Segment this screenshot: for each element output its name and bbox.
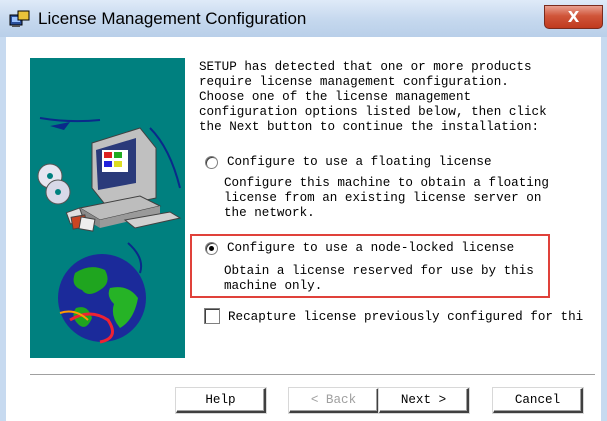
dialog-client-area: SETUP has detected that one or more prod…	[6, 37, 607, 421]
setup-illustration	[30, 58, 185, 358]
back-button[interactable]: < Back	[289, 388, 379, 413]
node-locked-license-radio[interactable]	[205, 242, 218, 255]
floating-license-label[interactable]: Configure to use a floating license	[227, 155, 492, 170]
node-locked-license-label[interactable]: Configure to use a node-locked license	[227, 241, 514, 256]
recapture-checkbox[interactable]	[204, 308, 220, 324]
help-button[interactable]: Help	[176, 388, 266, 413]
setup-app-icon	[9, 10, 30, 27]
cancel-button[interactable]: Cancel	[493, 388, 583, 413]
computer-globe-illustration	[37, 117, 182, 344]
intro-text: SETUP has detected that one or more prod…	[199, 60, 547, 134]
floating-license-description: Configure this machine to obtain a float…	[224, 176, 549, 220]
window-frame-edge	[601, 37, 607, 421]
recapture-checkbox-label[interactable]: Recapture license previously configured …	[228, 310, 600, 325]
window-title: License Management Configuration	[38, 9, 307, 28]
node-locked-license-description: Obtain a license reserved for use by thi…	[224, 264, 534, 293]
close-button[interactable]: X	[544, 5, 603, 29]
next-button[interactable]: Next >	[379, 388, 469, 413]
floating-license-radio[interactable]	[205, 156, 218, 169]
close-icon: X	[567, 8, 580, 26]
radio-selected-dot	[209, 246, 214, 251]
title-bar: License Management Configuration X	[0, 0, 607, 37]
button-separator	[30, 374, 595, 376]
